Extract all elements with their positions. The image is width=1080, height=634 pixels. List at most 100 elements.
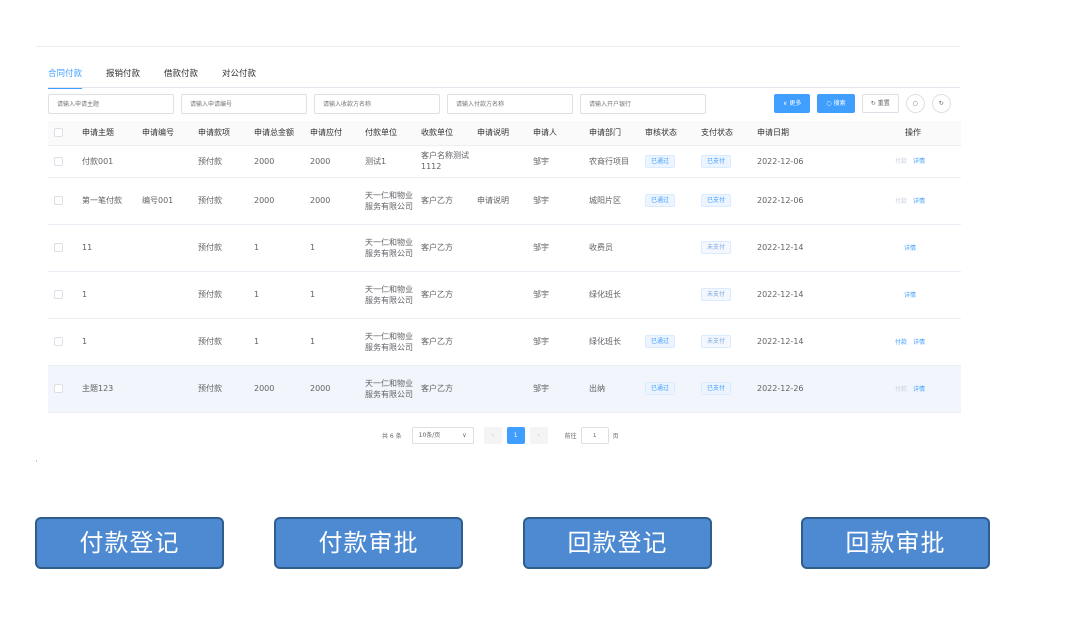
detail-link[interactable]: 详情 xyxy=(913,386,925,393)
tab-expense-payment[interactable]: 报销付款 xyxy=(106,67,140,89)
filter-bar xyxy=(48,94,713,114)
cell-desc: 申请说明 xyxy=(471,177,527,225)
cell-payable: 1 xyxy=(304,271,359,319)
cell-audit: 已通过 xyxy=(639,145,695,178)
pay-status-badge: 已支付 xyxy=(701,154,732,168)
detail-link[interactable]: 详情 xyxy=(913,158,925,165)
cell-payer: 天一仁和物业服务有限公司 xyxy=(359,318,415,366)
receipt-register-button[interactable]: 回款登记 xyxy=(523,517,712,569)
cell-number xyxy=(136,145,192,178)
detail-link[interactable]: 详情 xyxy=(904,292,916,299)
page-size-select[interactable]: 10条/页 ∨ xyxy=(411,427,474,444)
tab-loan-payment[interactable]: 借款付款 xyxy=(164,67,198,89)
receipt-approval-button[interactable]: 回款审批 xyxy=(801,517,990,569)
cell-payable: 2000 xyxy=(304,365,359,413)
goto-page-input[interactable] xyxy=(580,427,609,444)
cell-item: 预付款 xyxy=(192,365,248,413)
subject-filter-input[interactable] xyxy=(48,94,174,114)
more-button[interactable]: ∨ 更多 xyxy=(774,94,811,113)
detail-link[interactable]: 详情 xyxy=(913,198,925,205)
number-filter-input[interactable] xyxy=(181,94,307,114)
page-number-button[interactable]: 1 xyxy=(506,427,525,444)
cell-pay: 已支付 xyxy=(695,365,751,413)
cell-pay: 已支付 xyxy=(695,145,751,178)
cell-applicant: 邹宇 xyxy=(527,224,583,272)
column-header: 支付状态 xyxy=(695,121,751,146)
payment-register-button[interactable]: 付款登记 xyxy=(35,517,224,569)
detail-link[interactable]: 详情 xyxy=(904,245,916,252)
select-all-checkbox[interactable] xyxy=(54,128,63,138)
row-checkbox[interactable] xyxy=(54,243,63,252)
prev-page-button[interactable]: ‹ xyxy=(483,427,502,444)
cell-subject: 11 xyxy=(76,224,136,272)
cell-subject: 1 xyxy=(76,271,136,319)
payer-filter-input[interactable] xyxy=(447,94,573,114)
cell-dept: 绿化班长 xyxy=(583,318,639,366)
pay-link[interactable]: 付款 xyxy=(895,339,907,346)
pay-link[interactable]: 付款 xyxy=(895,386,907,393)
row-checkbox[interactable] xyxy=(54,156,63,166)
cell-applicant: 邹宇 xyxy=(527,365,583,413)
cell-total: 2000 xyxy=(248,145,304,178)
next-page-button[interactable]: › xyxy=(529,427,548,444)
payee-filter-input[interactable] xyxy=(314,94,440,114)
row-checkbox[interactable] xyxy=(54,337,63,346)
cell-number xyxy=(136,271,192,319)
row-checkbox[interactable] xyxy=(54,290,63,299)
cell-desc xyxy=(471,145,527,178)
payment-table: 申请主题 申请编号 申请款项 申请总金额 申请应付 付款单位 收款单位 申请说明… xyxy=(48,121,961,413)
cell-subject: 主题123 xyxy=(76,365,136,413)
goto-suffix: 页 xyxy=(612,433,619,440)
select-all-cell xyxy=(48,121,76,146)
pay-status-badge: 未支付 xyxy=(701,241,732,254)
column-header: 申请款项 xyxy=(192,121,248,146)
audit-status-badge: 已通过 xyxy=(645,335,676,348)
cell-payee: 客户乙方 xyxy=(415,271,471,319)
refresh-button[interactable]: ↻ xyxy=(931,94,951,113)
cell-subject: 付款001 xyxy=(76,145,136,178)
cell-payee: 客户乙方 xyxy=(415,318,471,366)
detail-link[interactable]: 详情 xyxy=(913,339,925,346)
cell-desc xyxy=(471,224,527,272)
pay-link[interactable]: 付款 xyxy=(895,158,907,165)
search-button[interactable]: ○ 搜索 xyxy=(817,94,855,113)
cell-applicant: 邹宇 xyxy=(527,271,583,319)
cell-desc xyxy=(471,271,527,319)
tab-corporate-payment[interactable]: 对公付款 xyxy=(222,67,256,89)
table-row: 付款001 预付款 2000 2000 测试1 客户名称测试1112 邹宇 农商… xyxy=(48,145,961,178)
payment-type-tabs: 合同付款 报销付款 借款付款 对公付款 xyxy=(48,67,280,89)
column-header: 收款单位 xyxy=(415,121,471,146)
row-checkbox[interactable] xyxy=(54,196,63,205)
reset-button[interactable]: ↻ 重置 xyxy=(861,94,899,113)
cell-applicant: 邹宇 xyxy=(527,318,583,366)
tab-contract-payment[interactable]: 合同付款 xyxy=(48,67,83,89)
search-icon: ○ xyxy=(912,100,918,107)
toggle-search-button[interactable]: ○ xyxy=(905,94,925,113)
audit-status-badge: 已通过 xyxy=(645,382,676,395)
cell-payable: 1 xyxy=(304,318,359,366)
cell-number: 编号001 xyxy=(136,177,192,225)
cell-number xyxy=(136,318,192,366)
cell-applicant: 邹宇 xyxy=(527,145,583,178)
cell-total: 1 xyxy=(248,224,304,272)
table-row: 1 预付款 1 1 天一仁和物业服务有限公司 客户乙方 邹宇 绿化班长 已通过 … xyxy=(48,318,961,366)
cell-item: 预付款 xyxy=(192,145,248,178)
audit-status-badge: 已通过 xyxy=(645,154,676,168)
bank-filter-input[interactable] xyxy=(580,94,706,114)
payment-approval-button[interactable]: 付款审批 xyxy=(274,517,463,569)
column-header: 付款单位 xyxy=(359,121,415,146)
cell-total: 1 xyxy=(248,318,304,366)
table-row: 1 预付款 1 1 天一仁和物业服务有限公司 客户乙方 邹宇 绿化班长 未支付 … xyxy=(48,271,961,319)
cell-actions: 付款 详情 xyxy=(865,177,961,225)
cell-payable: 2000 xyxy=(304,145,359,178)
cell-audit: 已通过 xyxy=(639,365,695,413)
refresh-icon: ↻ xyxy=(870,100,876,107)
cell-date: 2022-12-26 xyxy=(751,365,865,413)
row-checkbox[interactable] xyxy=(54,384,63,393)
search-button-label: 搜索 xyxy=(833,100,846,107)
cell-number xyxy=(136,365,192,413)
cell-desc xyxy=(471,365,527,413)
cell-date: 2022-12-14 xyxy=(751,224,865,272)
cell-date: 2022-12-06 xyxy=(751,177,865,225)
pay-link[interactable]: 付款 xyxy=(895,198,907,205)
